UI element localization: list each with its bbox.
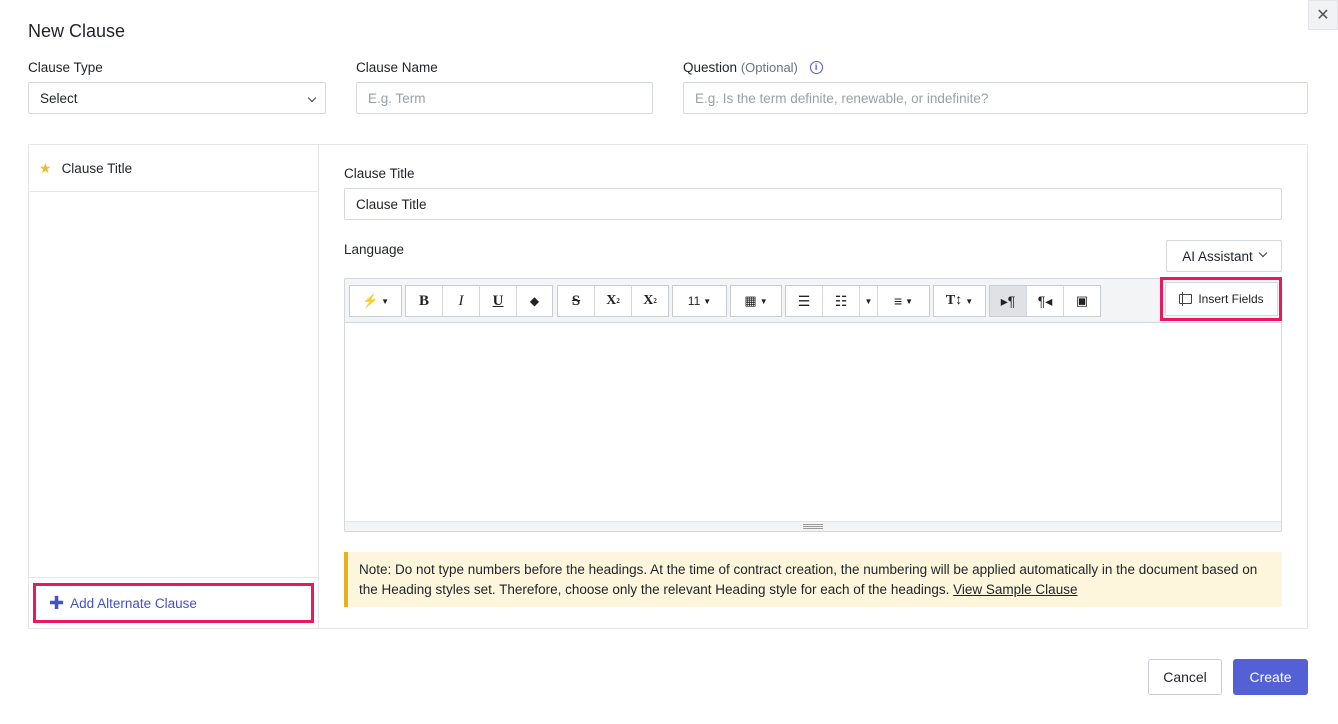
question-label-text: Question xyxy=(683,60,738,75)
ai-assistant-label: AI Assistant xyxy=(1182,248,1253,264)
chevron-down-icon xyxy=(307,93,317,103)
note-banner: Note: Do not type numbers before the hea… xyxy=(344,552,1282,607)
clause-type-label: Clause Type xyxy=(28,60,103,75)
toolbar-group-fontsize: 11 ▼ xyxy=(672,285,727,317)
insert-fields-label: Insert Fields xyxy=(1198,292,1264,306)
bold-icon[interactable]: B xyxy=(406,286,443,316)
add-alternate-clause-button[interactable]: ✚ Add Alternate Clause xyxy=(33,583,314,623)
question-placeholder: E.g. Is the term definite, renewable, or… xyxy=(695,90,989,106)
toolbar-group-direction: ▸¶ ¶◂ ▣ xyxy=(989,285,1101,317)
clause-type-value: Select xyxy=(40,90,78,106)
close-icon[interactable]: ✕ xyxy=(1308,0,1338,30)
optional-text: (Optional) xyxy=(740,60,798,75)
line-height-icon[interactable]: T↕ ▼ xyxy=(934,286,985,316)
rtl-paragraph-icon[interactable]: ¶◂ xyxy=(1027,286,1064,316)
bullet-list-icon[interactable]: ☰ xyxy=(786,286,823,316)
add-alternate-clause-label: Add Alternate Clause xyxy=(70,595,197,611)
numbered-list-icon[interactable]: ☷ xyxy=(823,286,860,316)
view-sample-clause-link[interactable]: View Sample Clause xyxy=(953,582,1077,597)
align-icon[interactable]: ≡ ▼ xyxy=(878,286,929,316)
clause-title-label: Clause Title xyxy=(344,166,415,181)
note-text: Note: Do not type numbers before the hea… xyxy=(359,562,1258,597)
divider xyxy=(29,577,318,578)
magic-wand-icon[interactable]: ⚡ ▼ xyxy=(350,286,401,316)
clause-type-select[interactable]: Select xyxy=(28,82,326,114)
sidebar-item-clause-title[interactable]: ★ Clause Title xyxy=(29,145,318,192)
toolbar-group-script: S X2 X2 xyxy=(557,285,669,317)
toolbar-group-line-height: T↕ ▼ xyxy=(933,285,986,317)
cancel-button[interactable]: Cancel xyxy=(1148,659,1222,695)
sidebar-item-label: Clause Title xyxy=(61,160,133,176)
clause-title-value: Clause Title xyxy=(356,196,427,212)
ai-assistant-button[interactable]: AI Assistant xyxy=(1166,240,1282,272)
clause-sidebar xyxy=(28,144,319,629)
strikethrough-icon[interactable]: S xyxy=(558,286,595,316)
toolbar-group-format: ⚡ ▼ xyxy=(349,285,402,317)
clause-name-label: Clause Name xyxy=(356,60,438,75)
clause-title-input[interactable]: Clause Title xyxy=(344,188,1282,220)
toolbar-group-table: ▦ ▼ xyxy=(730,285,782,317)
grip-line xyxy=(803,526,823,527)
info-icon[interactable]: i xyxy=(809,60,823,74)
insert-fields-button[interactable]: Insert Fields xyxy=(1165,282,1278,316)
chevron-down-icon[interactable]: ▼ xyxy=(860,286,878,316)
image-icon[interactable]: ▣ xyxy=(1064,286,1100,316)
ltr-paragraph-icon[interactable]: ▸¶ xyxy=(990,286,1027,316)
toolbar-group-text: B I U ◆ xyxy=(405,285,553,317)
italic-icon[interactable]: I xyxy=(443,286,480,316)
question-input[interactable]: E.g. Is the term definite, renewable, or… xyxy=(683,82,1308,114)
language-label: Language xyxy=(344,242,405,257)
font-size-select[interactable]: 11 ▼ xyxy=(673,286,726,316)
superscript-icon[interactable]: X2 xyxy=(595,286,632,316)
text-field-icon xyxy=(1179,292,1193,306)
dialog-title: New Clause xyxy=(28,21,126,41)
plus-icon: ✚ xyxy=(49,593,65,613)
eraser-icon[interactable]: ◆ xyxy=(517,286,552,316)
create-button[interactable]: Create xyxy=(1233,659,1308,695)
toolbar-group-lists: ☰ ☷ ▼ ≡ ▼ xyxy=(785,285,930,317)
chevron-down-icon xyxy=(1258,248,1268,258)
question-label: Question (Optional) i xyxy=(683,60,823,75)
subscript-icon[interactable]: X2 xyxy=(632,286,668,316)
clause-name-input[interactable]: E.g. Term xyxy=(356,82,653,114)
font-size-value: 11 xyxy=(687,294,701,308)
star-icon: ★ xyxy=(39,159,52,176)
underline-icon[interactable]: U xyxy=(480,286,517,316)
table-icon[interactable]: ▦ ▼ xyxy=(731,286,781,316)
clause-name-placeholder: E.g. Term xyxy=(368,90,426,106)
